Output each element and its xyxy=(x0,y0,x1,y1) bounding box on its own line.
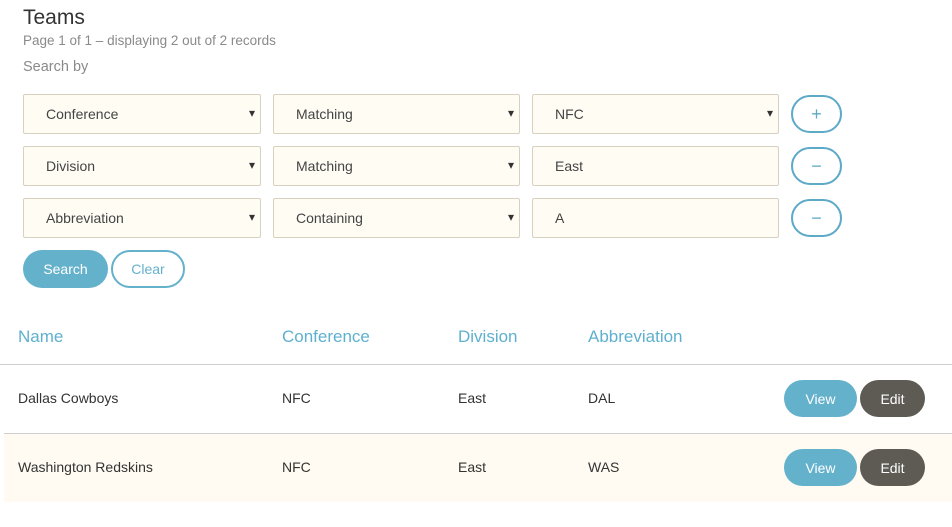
page-title: Teams xyxy=(23,6,85,29)
cell-conference: NFC xyxy=(282,390,311,406)
filter-1-field-select[interactable]: Conference xyxy=(23,94,261,134)
filter-2-field-select[interactable]: Division xyxy=(23,146,261,186)
filter-3-value-text: A xyxy=(555,210,565,226)
search-button[interactable]: Search xyxy=(23,250,108,288)
remove-filter-3-button[interactable]: − xyxy=(791,199,842,237)
filter-1-value-text: NFC xyxy=(555,106,584,122)
minus-icon: − xyxy=(811,208,822,228)
filter-1-operator-value: Matching xyxy=(296,106,353,122)
filter-2-value-input[interactable]: East xyxy=(532,146,779,186)
filter-3-value-input[interactable]: A xyxy=(532,198,779,238)
minus-icon: − xyxy=(811,156,822,176)
column-header-conference[interactable]: Conference xyxy=(282,327,370,347)
filter-1-value-select[interactable]: NFC xyxy=(532,94,779,134)
cell-abbreviation: WAS xyxy=(588,459,620,475)
column-header-division[interactable]: Division xyxy=(458,327,518,347)
column-header-name[interactable]: Name xyxy=(18,327,63,347)
filter-3-field-value: Abbreviation xyxy=(46,210,124,226)
filter-2-operator-value: Matching xyxy=(296,158,353,174)
filter-2-operator-select[interactable]: Matching xyxy=(273,146,520,186)
filter-3-operator-value: Containing xyxy=(296,210,363,226)
cell-division: East xyxy=(458,459,487,475)
filter-2-value-text: East xyxy=(555,158,584,174)
search-by-label: Search by xyxy=(23,59,89,75)
table-row: Washington Redskins NFC East WAS View Ed… xyxy=(4,434,952,502)
table-row: Dallas Cowboys NFC East DAL View Edit xyxy=(4,365,952,433)
filter-1-field-value: Conference xyxy=(46,106,119,122)
cell-abbreviation: DAL xyxy=(588,390,616,406)
cell-conference: NFC xyxy=(282,459,311,475)
clear-button[interactable]: Clear xyxy=(111,250,185,288)
page-subtitle: Page 1 of 1 – displaying 2 out of 2 reco… xyxy=(23,33,276,48)
plus-icon: + xyxy=(811,104,822,124)
filter-2-field-value: Division xyxy=(46,158,96,174)
filter-3-field-select[interactable]: Abbreviation xyxy=(23,198,261,238)
filter-1-operator-select[interactable]: Matching xyxy=(273,94,520,134)
cell-division: East xyxy=(458,390,487,406)
add-filter-button[interactable]: + xyxy=(791,95,842,133)
filter-3-operator-select[interactable]: Containing xyxy=(273,198,520,238)
view-button[interactable]: View xyxy=(784,380,857,417)
cell-name: Washington Redskins xyxy=(18,459,153,475)
view-button[interactable]: View xyxy=(784,449,857,486)
remove-filter-2-button[interactable]: − xyxy=(791,147,842,185)
edit-button[interactable]: Edit xyxy=(860,449,925,486)
cell-name: Dallas Cowboys xyxy=(18,390,119,406)
edit-button[interactable]: Edit xyxy=(860,380,925,417)
column-header-abbreviation[interactable]: Abbreviation xyxy=(588,327,683,347)
